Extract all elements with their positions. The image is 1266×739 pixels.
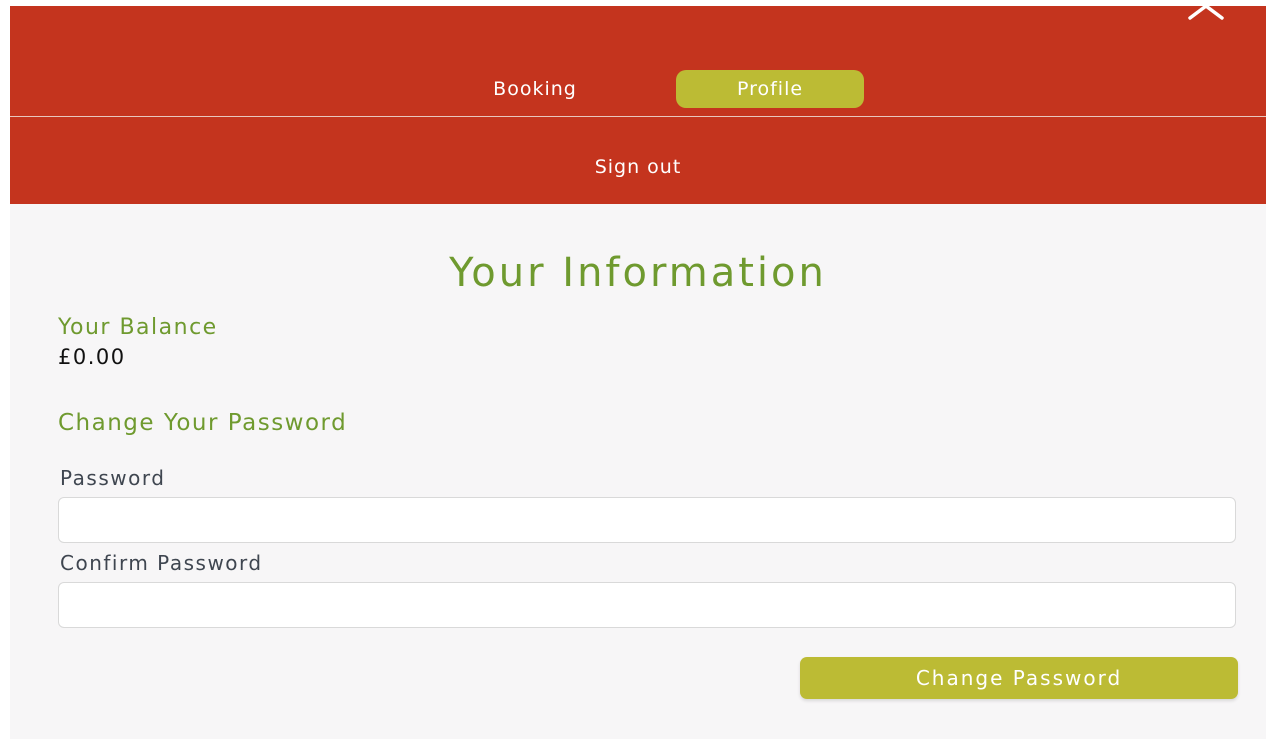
nav-divider: [10, 116, 1266, 117]
password-input[interactable]: [58, 497, 1236, 543]
app-frame: Booking Profile Sign out Your Informatio…: [10, 6, 1266, 739]
nav-tabs: Booking Profile: [10, 6, 1266, 116]
tab-profile[interactable]: Profile: [676, 70, 864, 108]
confirm-password-label: Confirm Password: [60, 551, 263, 575]
balance-label: Your Balance: [58, 315, 218, 340]
tab-booking[interactable]: Booking: [450, 70, 620, 108]
balance-value: £0.00: [58, 345, 126, 369]
change-password-button[interactable]: Change Password: [800, 657, 1238, 699]
change-password-heading: Change Your Password: [58, 410, 348, 436]
confirm-password-input[interactable]: [58, 582, 1236, 628]
password-label: Password: [60, 466, 166, 490]
page-title: Your Information: [449, 250, 827, 296]
sign-out-link[interactable]: Sign out: [538, 147, 738, 187]
navigation-menu: Booking Profile Sign out: [10, 6, 1266, 204]
